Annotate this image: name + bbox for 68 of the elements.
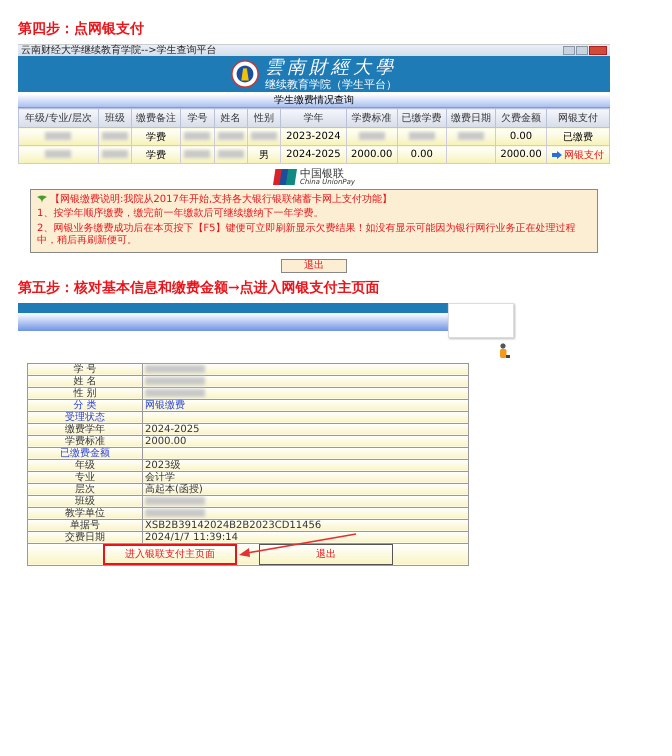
university-seal-icon [231, 60, 259, 88]
field-label: 分 类 [28, 399, 142, 411]
university-name: 雲南財經大學 [265, 58, 397, 78]
table-cell: 2024-2025 [280, 146, 346, 164]
table-cell: 已缴费 [546, 128, 610, 146]
field-label: 年级 [28, 459, 142, 471]
column-header: 缴费日期 [446, 108, 496, 128]
column-header: 欠费金额 [496, 108, 546, 128]
person-icon [498, 342, 510, 358]
column-header: 性别 [247, 108, 280, 128]
table-cell: 0.00 [397, 146, 446, 164]
unionpay-name: 中国银联 [300, 168, 344, 179]
section-title: 学生缴费情况查询 [18, 94, 610, 108]
column-header: 缴费备注 [132, 108, 181, 128]
column-header: 学年 [280, 108, 346, 128]
field-value: 2024-2025 [145, 424, 200, 434]
field-label: 专业 [28, 471, 142, 483]
field-label: 性 别 [28, 387, 142, 399]
window-title: 云南财经大学继续教育学院-->学生查询平台 [21, 45, 217, 56]
table-cell: 男 [247, 146, 280, 164]
field-label: 缴费学年 [28, 423, 142, 435]
leaf-icon [37, 195, 47, 203]
field-value: 高起本(函授) [145, 484, 203, 494]
field-label: 受理状态 [28, 411, 142, 423]
field-value: XSB2B39142024B2B2023CD11456 [145, 520, 322, 530]
minimize-button[interactable] [563, 46, 575, 55]
table-cell: 2023-2024 [280, 128, 346, 146]
pay-link-label: 网银支付 [564, 148, 604, 162]
action-button[interactable]: 进入银联支付主页面 [103, 544, 237, 564]
column-header: 姓名 [214, 108, 248, 128]
field-label: 单据号 [28, 519, 142, 531]
column-header: 学号 [180, 108, 214, 128]
popup-panel [448, 302, 514, 338]
table-cell: 2000.00 [496, 146, 546, 164]
field-label: 层次 [28, 483, 142, 495]
field-value: 2024/1/7 11:39:14 [145, 532, 238, 542]
field-value: 会计学 [145, 472, 175, 482]
column-header: 年级/专业/层次 [18, 108, 98, 128]
arrow-icon [552, 150, 562, 158]
table-cell: 2000.00 [346, 146, 398, 164]
exit-button[interactable]: 退出 [281, 258, 347, 272]
action-button[interactable]: 退出 [259, 544, 393, 564]
field-value: 2023级 [145, 460, 180, 470]
step-heading: 第五步：核对基本信息和缴费金额→点进入网银支付主页面 [18, 278, 381, 296]
field-label: 学 号 [28, 363, 142, 375]
step-heading: 第四步：点网银支付 [18, 20, 145, 38]
field-label: 教学单位 [28, 507, 142, 519]
column-header: 网银支付 [546, 108, 610, 128]
unionpay-card-icon [272, 169, 297, 185]
notice-heading: 【网银缴费说明:我院从2017年开始,支持各大银行银联储蓄卡网上支付功能】 [50, 192, 392, 206]
table-cell: 学费 [132, 128, 181, 146]
notice-text: 1、按学年顺序缴费，缴完前一年缴款后可继续缴纳下一年学费。 [37, 208, 324, 220]
field-value: 网银缴费 [145, 400, 185, 410]
field-label: 学费标准 [28, 435, 142, 447]
field-value: 2000.00 [145, 436, 186, 446]
field-label: 姓 名 [28, 375, 142, 387]
column-header: 已缴学费 [397, 108, 446, 128]
field-label: 班级 [28, 495, 142, 507]
field-label: 已缴费金额 [28, 447, 142, 459]
college-name: 继续教育学院（学生平台） [265, 78, 397, 90]
column-header: 学费标准 [346, 108, 398, 128]
notice-text: 2、网银业务缴费成功后在本页按下【F5】键便可立即刷新显示欠费结果！如没有显示可能因为银行网行业务正在处理过程中，稍后再刷新便可。 [37, 222, 576, 248]
table-cell: 学费 [132, 146, 181, 164]
close-button[interactable] [589, 46, 607, 55]
table-cell: 0.00 [496, 128, 546, 146]
field-label: 交费日期 [28, 531, 142, 543]
column-header: 班级 [98, 108, 132, 128]
maximize-button[interactable] [576, 46, 588, 55]
